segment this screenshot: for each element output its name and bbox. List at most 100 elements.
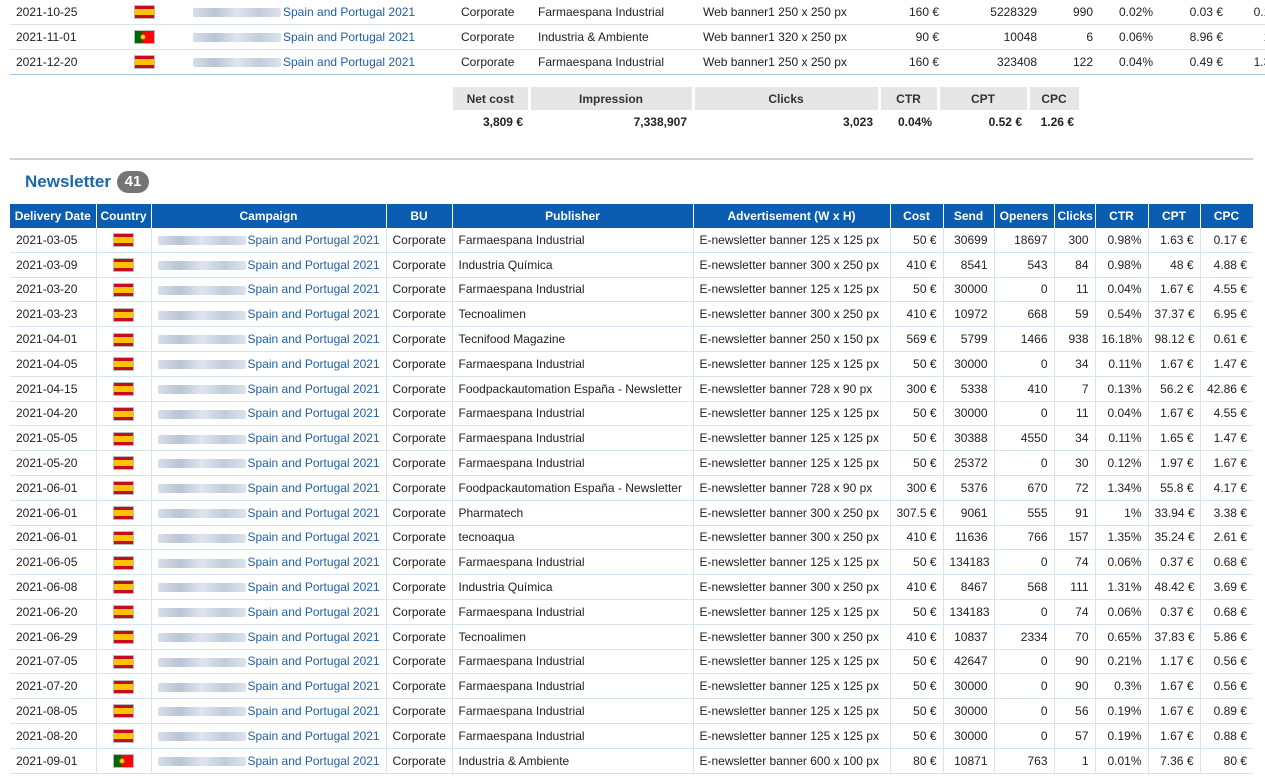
cost-cell: 300 €: [890, 376, 944, 402]
publisher-cell: Farmaespana Industrial: [452, 425, 694, 452]
send-cell: 30388: [943, 425, 995, 452]
cpc-cell: 1.47 €: [1200, 425, 1253, 452]
bu-cell: Corporate: [386, 698, 453, 724]
redacted-text: [157, 657, 246, 667]
spain-flag-icon: [113, 654, 134, 669]
cpt-cell: 1.65 €: [1148, 425, 1201, 452]
country-cell: [96, 277, 152, 303]
campaign-link[interactable]: Spain and Portugal 2021: [248, 332, 380, 346]
cpt-cell: 1.67 €: [1148, 277, 1201, 303]
openers-cell: 766: [994, 525, 1055, 551]
country-cell: [96, 228, 152, 253]
portugal-flag-icon: [113, 754, 134, 769]
col-header-bu[interactable]: BU: [386, 204, 453, 228]
campaign-link[interactable]: Spain and Portugal 2021: [248, 729, 380, 743]
campaign-link[interactable]: Spain and Portugal 2021: [248, 630, 380, 644]
ctr-cell: 0.65%: [1095, 624, 1149, 650]
publisher-cell: Industria & Ambiente: [452, 748, 694, 774]
campaign-link[interactable]: Spain and Portugal 2021: [248, 654, 380, 668]
cost-cell: 50 €: [890, 401, 944, 427]
campaign-cell: Spain and Portugal 2021: [151, 252, 387, 278]
campaign-link[interactable]: Spain and Portugal 2021: [283, 30, 415, 44]
col-header-delivery-date[interactable]: Delivery Date: [10, 204, 97, 228]
cpt-cell: 37.83 €: [1148, 624, 1201, 650]
col-header-openers[interactable]: Openers: [994, 204, 1055, 228]
campaign-link[interactable]: Spain and Portugal 2021: [248, 605, 380, 619]
campaign-link[interactable]: Spain and Portugal 2021: [248, 431, 380, 445]
clicks-cell: 74: [1054, 599, 1096, 625]
cost-cell: 50 €: [890, 673, 944, 700]
delivery-date-cell: 2021-04-15: [10, 376, 97, 402]
openers-cell: 4550: [994, 425, 1055, 452]
delivery-date-cell: 2021-07-05: [10, 649, 97, 675]
col-header-campaign[interactable]: Campaign: [151, 204, 387, 228]
cpt-cell: 1.67 €: [1148, 351, 1201, 377]
campaign-link[interactable]: Spain and Portugal 2021: [248, 580, 380, 594]
ctr-cell: 0.11%: [1095, 351, 1149, 377]
publisher-cell: Industria Química: [452, 252, 694, 278]
campaign-link[interactable]: Spain and Portugal 2021: [248, 481, 380, 495]
send-cell: 9061: [943, 500, 995, 526]
ctr-cell: 0.11%: [1095, 425, 1149, 452]
campaign-link[interactable]: Spain and Portugal 2021: [248, 679, 380, 693]
delivery-date-cell: 2021-05-20: [10, 450, 97, 476]
publisher-cell: Farmaespana Industrial: [452, 599, 694, 625]
col-header-advertisement[interactable]: Advertisement (W x H): [693, 204, 891, 228]
campaign-cell: Spain and Portugal 2021: [151, 549, 387, 576]
redacted-text: [157, 385, 246, 394]
clicks-cell: 1: [1054, 748, 1096, 774]
bu-cell: Corporate: [386, 748, 453, 774]
campaign-link[interactable]: Spain and Portugal 2021: [248, 258, 380, 272]
bu-cell: Corporate: [386, 649, 453, 675]
delivery-date-cell: 2021-04-05: [10, 351, 97, 377]
col-header-clicks[interactable]: Clicks: [1054, 204, 1096, 228]
campaign-link[interactable]: Spain and Portugal 2021: [283, 55, 415, 69]
redacted-text: [157, 285, 246, 295]
campaign-link[interactable]: Spain and Portugal 2021: [248, 382, 380, 396]
country-cell: [96, 351, 152, 377]
clicks-cell: 70: [1054, 624, 1096, 650]
publisher-cell: Farmaespana Industrial: [452, 649, 694, 675]
campaign-link[interactable]: Spain and Portugal 2021: [248, 704, 380, 718]
redacted-text: [157, 261, 246, 271]
clicks-cell: 74: [1054, 549, 1096, 576]
table-row: 2021-06-01 Spain and Portugal 2021 Corpora…: [10, 525, 1253, 551]
campaign-link[interactable]: Spain and Portugal 2021: [248, 530, 380, 544]
campaign-link[interactable]: Spain and Portugal 2021: [248, 555, 380, 569]
col-header-send[interactable]: Send: [943, 204, 995, 228]
cpt-cell: 48 €: [1148, 252, 1201, 278]
clicks-cell: 84: [1054, 252, 1096, 278]
campaign-cell: Spain and Portugal 2021: [187, 0, 455, 25]
advertisement-cell: E-newsletter banner 300 x 250 px: [693, 574, 891, 600]
campaign-cell: Spain and Portugal 2021: [151, 277, 387, 303]
redacted-text: [157, 707, 246, 717]
campaign-link[interactable]: Spain and Portugal 2021: [248, 406, 380, 420]
publisher-cell: Farmaespana Industrial: [452, 450, 694, 476]
col-header-country[interactable]: Country: [96, 204, 152, 228]
publisher-cell: Farmaespana Industrial: [452, 549, 694, 576]
campaign-link[interactable]: Spain and Portugal 2021: [248, 357, 380, 371]
cpc-cell: 6.95 €: [1200, 301, 1253, 328]
col-header-ctr[interactable]: CTR: [1095, 204, 1149, 228]
publisher-cell: Farmaespana Industrial: [452, 228, 694, 253]
col-header-cost[interactable]: Cost: [890, 204, 944, 228]
campaign-link[interactable]: Spain and Portugal 2021: [248, 754, 380, 768]
campaign-link[interactable]: Spain and Portugal 2021: [248, 307, 380, 321]
totals-cpt: 0.52 €: [988, 115, 1022, 129]
publisher-cell: Farmaespana Industrial: [452, 698, 694, 724]
cost-cell: 50 €: [890, 228, 944, 253]
openers-cell: 0: [994, 351, 1055, 377]
col-header-cpc[interactable]: CPC: [1200, 204, 1254, 228]
col-header-publisher[interactable]: Publisher: [452, 204, 694, 228]
advertisement-cell: E-newsletter banner 300 x 250 px: [693, 252, 891, 278]
send-cell: 10871: [943, 748, 995, 774]
col-header-cpt[interactable]: CPT: [1148, 204, 1201, 228]
ctr-cell: 0.19%: [1095, 723, 1149, 749]
bu-cell: Corporate: [386, 277, 453, 303]
campaign-link[interactable]: Spain and Portugal 2021: [248, 282, 380, 296]
campaign-link[interactable]: Spain and Portugal 2021: [248, 233, 380, 247]
send-cell: 10837: [943, 624, 995, 650]
campaign-link[interactable]: Spain and Portugal 2021: [283, 5, 415, 19]
campaign-link[interactable]: Spain and Portugal 2021: [248, 506, 380, 520]
campaign-link[interactable]: Spain and Portugal 2021: [248, 456, 380, 470]
